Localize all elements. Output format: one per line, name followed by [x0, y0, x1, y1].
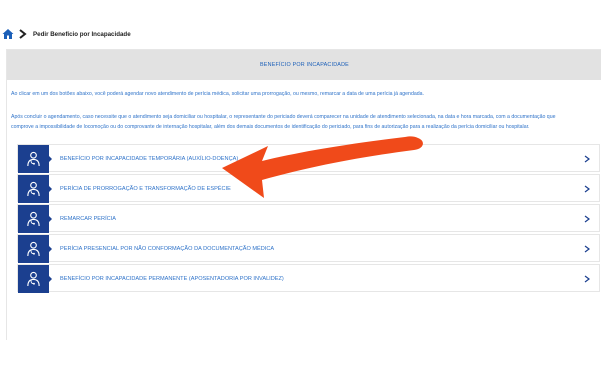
option-icon-tile: [18, 265, 49, 293]
option-permanent-incapacity[interactable]: BENEFÍCIO POR INCAPACIDADE PERMANENTE (A…: [17, 264, 600, 293]
instructions-line-1: Após concluir o agendamento, caso necess…: [11, 114, 556, 120]
doctor-icon: [27, 241, 40, 257]
option-pointer: [49, 276, 52, 282]
chevron-right-icon: [19, 29, 27, 39]
option-label[interactable]: REMARCAR PERÍCIA: [60, 205, 116, 233]
chevron-right-icon[interactable]: [584, 275, 590, 283]
option-pointer: [49, 156, 52, 162]
instructions-text: Após concluir o agendamento, caso necess…: [11, 112, 601, 132]
option-icon-tile: [18, 145, 49, 173]
panel-title: BENEFÍCIO POR INCAPACIDADE: [260, 62, 349, 68]
option-icon-tile: [18, 235, 49, 263]
option-in-person-exam[interactable]: PERÍCIA PRESENCIAL POR NÃO CONFORMAÇÃO D…: [17, 234, 600, 263]
chevron-right-icon[interactable]: [584, 245, 590, 253]
chevron-right-icon[interactable]: [584, 185, 590, 193]
option-extension-transformation[interactable]: PERÍCIA DE PRORROGAÇÃO E TRANSFORMAÇÃO D…: [17, 174, 600, 203]
option-pointer: [49, 186, 52, 192]
option-icon-tile: [18, 175, 49, 203]
option-label[interactable]: PERÍCIA DE PRORROGAÇÃO E TRANSFORMAÇÃO D…: [60, 175, 231, 203]
option-pointer: [49, 246, 52, 252]
option-label[interactable]: BENEFÍCIO POR INCAPACIDADE PERMANENTE (A…: [60, 265, 284, 293]
option-label[interactable]: BENEFÍCIO POR INCAPACIDADE TEMPORÁRIA (A…: [60, 145, 238, 173]
doctor-icon: [27, 271, 40, 287]
chevron-right-icon[interactable]: [584, 155, 590, 163]
option-pointer: [49, 216, 52, 222]
home-icon[interactable]: [2, 28, 14, 40]
doctor-icon: [27, 151, 40, 167]
panel-header: BENEFÍCIO POR INCAPACIDADE: [7, 50, 601, 80]
instructions-line-2: comprove a impossibilidade de locomoção …: [11, 124, 530, 130]
intro-text: Ao clicar em um dos botões abaixo, você …: [11, 91, 424, 97]
option-icon-tile: [18, 205, 49, 233]
chevron-right-icon[interactable]: [584, 215, 590, 223]
option-reschedule[interactable]: REMARCAR PERÍCIA: [17, 204, 600, 233]
breadcrumb-current[interactable]: Pedir Benefício por Incapacidade: [33, 31, 131, 38]
option-label[interactable]: PERÍCIA PRESENCIAL POR NÃO CONFORMAÇÃO D…: [60, 235, 274, 263]
breadcrumb: Pedir Benefício por Incapacidade: [0, 26, 131, 42]
doctor-icon: [27, 211, 40, 227]
option-temporary-incapacity[interactable]: BENEFÍCIO POR INCAPACIDADE TEMPORÁRIA (A…: [17, 144, 600, 173]
doctor-icon: [27, 181, 40, 197]
